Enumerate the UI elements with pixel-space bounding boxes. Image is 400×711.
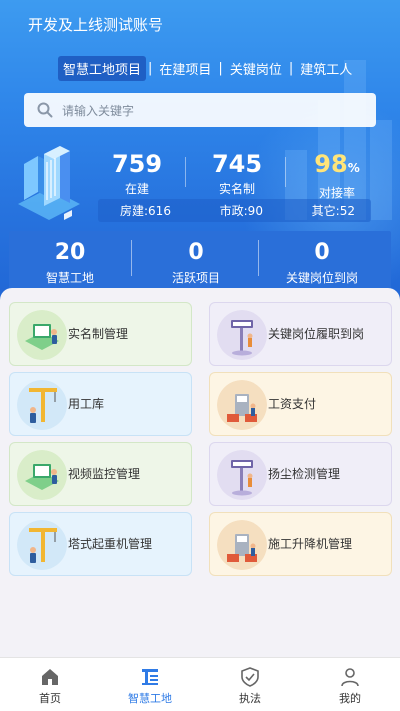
- tab-separator: |: [148, 60, 153, 76]
- module-wage-payment[interactable]: 工资支付: [209, 372, 392, 436]
- worker-tablet-icon: [17, 310, 67, 360]
- tab-separator: |: [288, 60, 294, 76]
- stat-label: 在建: [124, 182, 149, 196]
- nav-label: 执法: [239, 692, 261, 705]
- page-title: 开发及上线测试账号: [28, 16, 164, 34]
- nav-label: 首页: [39, 692, 61, 705]
- module-key-position-duty[interactable]: 关键岗位履职到岗: [209, 302, 392, 366]
- nav-home[interactable]: 首页: [0, 658, 100, 711]
- module-construction-hoist[interactable]: 施工升降机管理: [209, 512, 392, 576]
- stat-value: 98: [314, 150, 348, 178]
- summary-smart-site[interactable]: 20 智慧工地: [7, 240, 133, 286]
- machine-worker-icon: [217, 520, 267, 570]
- nav-enforcement[interactable]: 执法: [200, 658, 300, 711]
- stat-value: 745: [211, 150, 263, 178]
- nav-label: 我的: [339, 692, 361, 705]
- summary-key-position-attendance[interactable]: 0 关键岗位到岗: [259, 240, 385, 286]
- breakdown-housing: 房建:616: [120, 204, 171, 218]
- module-label: 工资支付: [268, 397, 317, 411]
- nav-label: 智慧工地: [128, 692, 172, 705]
- tab-key-positions[interactable]: 关键岗位: [225, 56, 287, 81]
- tab-under-construction[interactable]: 在建项目: [154, 56, 216, 81]
- summary-value: 20: [54, 240, 86, 265]
- module-real-name-management[interactable]: 实名制管理: [9, 302, 192, 366]
- search-input[interactable]: 请输入关键字: [24, 93, 376, 127]
- percent-unit: %: [347, 161, 360, 175]
- module-label: 施工升降机管理: [268, 537, 353, 551]
- summary-label: 活跃项目: [171, 271, 220, 285]
- project-tabs: 智慧工地项目 | 在建项目 | 关键岗位 | 建筑工人: [58, 55, 357, 81]
- summary-label: 关键岗位到岗: [285, 271, 358, 285]
- module-labor-pool[interactable]: 用工库: [9, 372, 192, 436]
- bottom-nav: 首页 智慧工地 执法 我的: [0, 657, 400, 711]
- module-dust-detection[interactable]: 扬尘检测管理: [209, 442, 392, 506]
- module-label: 扬尘检测管理: [268, 467, 341, 481]
- breakdown-municipal: 市政:90: [219, 204, 263, 218]
- home-icon: [42, 669, 58, 685]
- category-breakdown: 房建:616 市政:90 其它:52: [98, 199, 371, 222]
- tab-smart-site[interactable]: 智慧工地项目: [58, 55, 147, 81]
- bg-building: [370, 120, 392, 220]
- stat-label: 实名制: [218, 182, 255, 196]
- worker-tablet-icon: [17, 450, 67, 500]
- breakdown-other: 其它:52: [311, 204, 355, 218]
- stat-docking-rate: 98% 对接率: [306, 150, 368, 201]
- module-tower-crane[interactable]: 塔式起重机管理: [9, 512, 192, 576]
- search-placeholder: 请输入关键字: [62, 104, 135, 118]
- stat-value: 759: [111, 150, 163, 178]
- signpost-person-icon: [217, 450, 267, 500]
- divider: [285, 157, 286, 187]
- nav-smart-site[interactable]: 智慧工地: [100, 658, 200, 711]
- divider: [185, 157, 186, 187]
- module-label: 塔式起重机管理: [68, 537, 153, 551]
- summary-label: 智慧工地: [45, 271, 94, 285]
- machine-worker-icon: [217, 380, 267, 430]
- signpost-person-icon: [217, 310, 267, 360]
- site-icon: [142, 669, 158, 685]
- divider: [131, 240, 132, 276]
- summary-value: 0: [188, 240, 204, 265]
- stat-real-name: 745 实名制: [206, 150, 268, 197]
- crane-worker-icon: [17, 380, 67, 430]
- search-icon: [37, 102, 53, 118]
- tab-workers[interactable]: 建筑工人: [295, 56, 357, 81]
- building-illustration: [18, 146, 80, 220]
- summary-value: 0: [314, 240, 330, 265]
- nav-mine[interactable]: 我的: [300, 658, 400, 711]
- summary-active-projects[interactable]: 0 活跃项目: [133, 240, 259, 286]
- stat-in-construction: 759 在建: [106, 150, 168, 197]
- module-video-monitoring[interactable]: 视频监控管理: [9, 442, 192, 506]
- module-label: 视频监控管理: [68, 467, 141, 481]
- user-icon: [341, 668, 359, 687]
- shield-check-icon: [241, 667, 259, 687]
- module-label: 用工库: [68, 397, 105, 411]
- module-label: 实名制管理: [68, 327, 129, 341]
- crane-worker-icon: [17, 520, 67, 570]
- tab-separator: |: [218, 60, 223, 76]
- module-label: 关键岗位履职到岗: [268, 327, 365, 341]
